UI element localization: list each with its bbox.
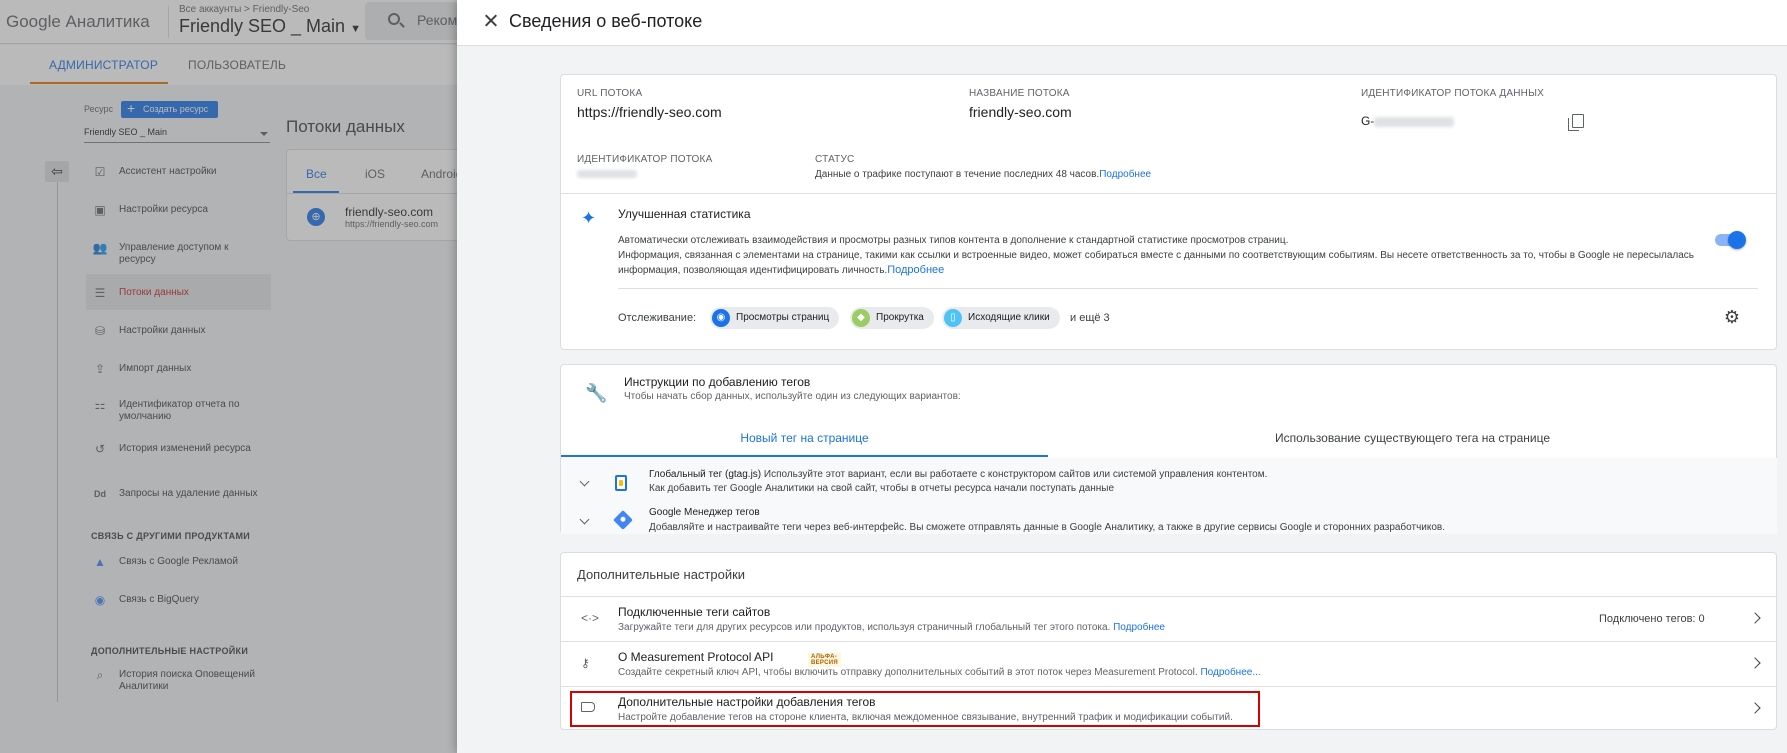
stream-name-label: НАЗВАНИЕ ПОТОКА — [969, 88, 1070, 99]
tagging-settings-row[interactable]: Дополнительные настройки добавления тего… — [561, 686, 1777, 730]
gtm-desc: Добавляйте и настраивайте теги через веб… — [649, 522, 1446, 533]
gtag-title: Глобальный тег (gtag.js) — [649, 469, 762, 480]
gtag-icon — [615, 475, 627, 491]
chip-outbound-clicks[interactable]: ▯ Исходящие клики — [942, 307, 1060, 329]
stream-url-label: URL ПОТОКА — [577, 88, 643, 99]
chevron-right-icon — [1749, 657, 1761, 669]
scroll-icon: ◆ — [852, 309, 870, 327]
mouse-icon: ▯ — [944, 309, 962, 327]
connected-tags-title: Подключенные теги сайтов — [618, 605, 771, 619]
tracking-label: Отслеживание: — [618, 312, 697, 324]
mp-title: О Measurement Protocol API АЛЬФА-ВЕРСИЯ — [618, 650, 841, 667]
stream-details-card: URL ПОТОКА https://friendly-seo.com НАЗВ… — [560, 74, 1777, 350]
more-events-link[interactable]: и ещё 3 — [1070, 311, 1110, 326]
redacted-id — [1374, 117, 1454, 127]
chevron-right-icon — [1749, 702, 1761, 714]
gtag-desc: Используйте этот вариант, если вы работа… — [763, 469, 1268, 480]
tagging-title: Инструкции по добавлению тегов — [624, 375, 811, 389]
stream-id-label: ИДЕНТИФИКАТОР ПОТОКА — [577, 154, 713, 165]
additional-settings-title: Дополнительные настройки — [577, 567, 746, 582]
divider — [618, 288, 1758, 289]
panel-header: Сведения о веб-потоке — [457, 0, 1787, 46]
eye-icon: ◉ — [712, 309, 730, 327]
copy-icon[interactable] — [1568, 114, 1584, 131]
tagging-instructions-card: 🔧 Инструкции по добавлению тегов Чтобы н… — [560, 364, 1777, 534]
connected-tags-desc: Загружайте теги для других ресурсов или … — [618, 622, 1165, 633]
mp-more-link[interactable]: Подробнее... — [1200, 667, 1260, 678]
enhanced-measurement-toggle[interactable] — [1715, 231, 1746, 249]
chevron-right-icon — [1749, 612, 1761, 624]
tab-indicator — [561, 455, 1048, 457]
gtag-option[interactable]: Глобальный тег (gtag.js) Используйте это… — [649, 467, 1267, 482]
gear-icon[interactable]: ⚙ — [1723, 308, 1741, 326]
connected-tags-more-link[interactable]: Подробнее — [1113, 622, 1165, 633]
code-icon: <·> — [581, 611, 600, 625]
status-text: Данные о трафике поступают в течение пос… — [815, 169, 1152, 180]
additional-settings-card: Дополнительные настройки <·> Подключенны… — [560, 552, 1777, 730]
wrench-icon: 🔧 — [585, 383, 608, 403]
enhanced-desc-3: информация, позволяющая идентифицировать… — [618, 264, 945, 276]
status-label: СТАТУС — [815, 154, 855, 165]
enhanced-desc-2: Информация, связанная с элементами на ст… — [618, 250, 1695, 261]
tagging-settings-desc: Настройте добавление тегов на стороне кл… — [618, 712, 1233, 723]
status-more-link[interactable]: Подробнее — [1099, 169, 1151, 180]
connected-tags-count: Подключено тегов: 0 — [1599, 613, 1705, 625]
key-icon: ⚷ — [581, 656, 590, 670]
sparkle-icon: ✦ — [581, 208, 597, 228]
chip-scroll[interactable]: ◆ Прокрутка — [850, 307, 934, 329]
gtm-title[interactable]: Google Менеджер тегов — [649, 505, 760, 520]
chevron-down-icon[interactable] — [579, 516, 589, 526]
tab-existing-tag[interactable]: Использование существующего тега на стра… — [1048, 420, 1777, 456]
measurement-protocol-row[interactable]: ⚷ О Measurement Protocol API АЛЬФА-ВЕРСИЯ… — [561, 641, 1777, 685]
measurement-id-label: ИДЕНТИФИКАТОР ПОТОКА ДАННЫХ — [1361, 88, 1545, 99]
enhanced-more-link[interactable]: Подробнее — [887, 264, 944, 276]
redacted-stream-id — [577, 170, 637, 178]
tagging-subtitle: Чтобы начать сбор данных, используйте од… — [624, 391, 961, 402]
mp-desc: Создайте секретный ключ API, чтобы включ… — [618, 667, 1261, 678]
gtag-desc-2: Как добавить тег Google Аналитики на сво… — [649, 483, 1115, 494]
close-icon[interactable] — [480, 10, 502, 32]
stream-name-value: friendly-seo.com — [969, 104, 1072, 120]
divider — [561, 193, 1777, 194]
chevron-down-icon[interactable] — [579, 478, 589, 488]
stream-url-value: https://friendly-seo.com — [577, 104, 722, 120]
panel-title: Сведения о веб-потоке — [509, 11, 703, 31]
tag-icon — [581, 702, 595, 712]
web-stream-details-panel: Сведения о веб-потоке URL ПОТОКА https:/… — [457, 0, 1787, 753]
measurement-id-value: G- — [1361, 114, 1375, 128]
tagging-settings-title: Дополнительные настройки добавления тего… — [618, 695, 876, 709]
chip-page-views[interactable]: ◉ Просмотры страниц — [710, 307, 840, 329]
tab-new-tag[interactable]: Новый тег на странице — [561, 420, 1048, 456]
alpha-badge: АЛЬФА-ВЕРСИЯ — [808, 653, 841, 667]
connected-site-tags-row[interactable]: <·> Подключенные теги сайтов Загружайте … — [561, 596, 1777, 640]
enhanced-desc-1: Автоматически отслеживать взаимодействия… — [618, 235, 1289, 246]
enhanced-measurement-title: Улучшенная статистика — [618, 207, 751, 221]
